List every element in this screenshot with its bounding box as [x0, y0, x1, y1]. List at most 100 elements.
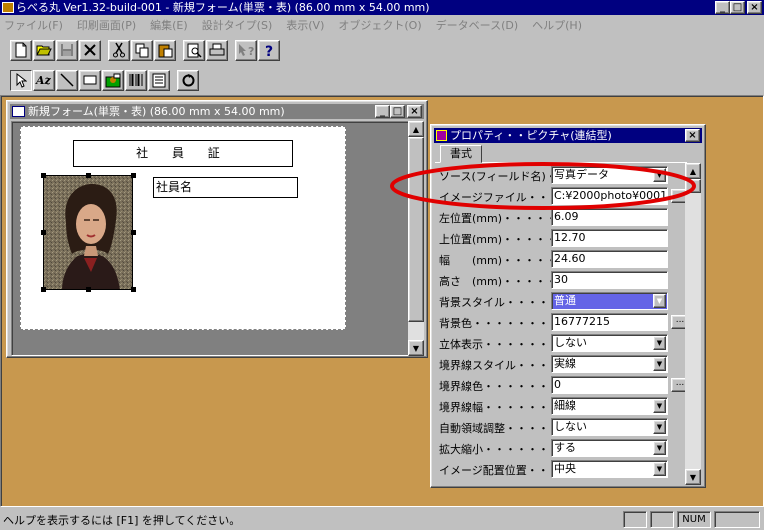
line-icon[interactable]	[56, 69, 78, 91]
help-icon[interactable]: ?	[258, 39, 280, 61]
dropdown-arrow-icon[interactable]: ▼	[653, 462, 666, 476]
form-maximize-button[interactable]: □	[390, 105, 405, 118]
property-value: 実線	[554, 357, 576, 370]
left-position-input[interactable]: 6.09	[551, 208, 668, 226]
property-vertical-scrollbar[interactable]: ▲ ▼	[685, 163, 701, 485]
property-value: する	[554, 441, 576, 454]
property-grid: ソース(フィールド名)・・・・ 写真データ ▼ イメージファイル・・・・・・・ C…	[435, 162, 687, 485]
property-row: 境界線スタイル・・・・・・ 実線 ▼	[437, 354, 687, 375]
picture-icon[interactable]	[102, 69, 124, 91]
refresh-icon[interactable]	[177, 69, 199, 91]
standard-toolbar: ? ?	[8, 37, 281, 63]
property-row: 立体表示・・・・・・・・・ しない ▼	[437, 333, 687, 354]
top-position-input[interactable]: 12.70	[551, 229, 668, 247]
property-value: 30	[554, 273, 568, 286]
property-icon	[436, 130, 447, 141]
scaling-select[interactable]: する ▼	[551, 439, 668, 457]
width-input[interactable]: 24.60	[551, 250, 668, 268]
dropdown-arrow-icon[interactable]: ▼	[653, 399, 666, 413]
status-pane	[623, 511, 647, 528]
employee-name-field[interactable]: 社員名	[153, 177, 298, 198]
border-style-select[interactable]: 実線 ▼	[551, 355, 668, 373]
form-window-title-bar[interactable]: 新規フォーム(単票・表) (86.00 mm x 54.00 mm) _ □ ×	[10, 104, 424, 119]
scroll-thumb[interactable]	[408, 137, 424, 322]
employee-photo[interactable]	[43, 175, 133, 290]
property-row: 上位置(mm)・・・・・・・ 12.70	[437, 228, 687, 249]
num-lock-indicator: NUM	[677, 511, 711, 528]
image-alignment-select[interactable]: 中央 ▼	[551, 460, 668, 478]
form-design-window[interactable]: 新規フォーム(単票・表) (86.00 mm x 54.00 mm) _ □ ×…	[6, 100, 428, 358]
dropdown-arrow-icon[interactable]: ▼	[653, 441, 666, 455]
property-value: 0	[554, 378, 561, 391]
label-canvas[interactable]: 社 員 証 社員名	[20, 126, 346, 330]
main-title-bar[interactable]: らべる丸 Ver1.32-build-001 - 新規フォーム(単票・表) (8…	[0, 0, 764, 15]
open-icon[interactable]	[33, 39, 55, 61]
property-value: しない	[554, 336, 587, 349]
new-icon[interactable]	[10, 39, 32, 61]
menu-design-type[interactable]: 設計タイプ(S)	[202, 17, 273, 33]
background-style-select[interactable]: 普通 ▼	[551, 292, 668, 310]
save-icon[interactable]	[56, 39, 78, 61]
scroll-up-icon[interactable]: ▲	[408, 121, 424, 137]
menu-edit[interactable]: 編集(E)	[150, 17, 188, 33]
card-title-field[interactable]: 社 員 証	[73, 140, 293, 167]
dropdown-arrow-icon[interactable]: ▼	[653, 420, 666, 434]
context-help-icon[interactable]: ?	[235, 39, 257, 61]
background-color-input[interactable]: 16777215	[551, 313, 668, 331]
close-button[interactable]: ×	[747, 1, 762, 14]
dropdown-arrow-icon[interactable]: ▼	[653, 336, 666, 350]
dropdown-arrow-icon[interactable]: ▼	[653, 357, 666, 371]
pointer-icon[interactable]	[10, 69, 32, 91]
height-input[interactable]: 30	[551, 271, 668, 289]
print-preview-icon[interactable]	[183, 39, 205, 61]
auto-resize-select[interactable]: しない ▼	[551, 418, 668, 436]
property-close-button[interactable]: ×	[685, 129, 700, 142]
property-row: 背景スタイル・・・・・・・・ 普通 ▼	[437, 291, 687, 312]
status-text: ヘルプを表示するには [F1] を押してください。	[3, 514, 241, 527]
menu-print[interactable]: 印刷画面(P)	[77, 17, 136, 33]
status-pane	[650, 511, 674, 528]
property-row: 高さ (mm)・・・・・・・ 30	[437, 270, 687, 291]
text-icon[interactable]: Az	[33, 69, 55, 91]
app-icon[interactable]	[2, 2, 14, 13]
property-row: イメージ配置位置・・・・ 中央 ▼	[437, 459, 687, 480]
property-row: 左位置(mm)・・・・・・・ 6.09	[437, 207, 687, 228]
scroll-down-icon[interactable]: ▼	[408, 340, 424, 356]
property-value: 16777215	[554, 315, 610, 328]
menu-help[interactable]: ヘルプ(H)	[532, 17, 582, 33]
property-value: 12.70	[554, 231, 586, 244]
tab-format[interactable]: 書式	[440, 145, 482, 163]
source-field-select[interactable]: 写真データ ▼	[551, 166, 668, 184]
scroll-thumb[interactable]	[685, 179, 701, 193]
minimize-button[interactable]: _	[715, 1, 730, 14]
cut-icon[interactable]	[108, 39, 130, 61]
status-pane	[714, 511, 760, 528]
menu-database[interactable]: データベース(D)	[436, 17, 519, 33]
list-icon[interactable]	[148, 69, 170, 91]
dropdown-arrow-icon[interactable]: ▼	[653, 168, 666, 182]
paste-icon[interactable]	[154, 39, 176, 61]
menu-view[interactable]: 表示(V)	[286, 17, 324, 33]
border-width-select[interactable]: 細線 ▼	[551, 397, 668, 415]
property-window-title-bar[interactable]: プロパティ・・ピクチャ(連結型) ×	[434, 128, 702, 143]
scroll-up-icon[interactable]: ▲	[685, 163, 701, 179]
form-minimize-button[interactable]: _	[375, 105, 390, 118]
property-window[interactable]: プロパティ・・ピクチャ(連結型) × 書式 ソース(フィールド名)・・・・ 写真…	[430, 124, 706, 488]
3d-display-select[interactable]: しない ▼	[551, 334, 668, 352]
rectangle-icon[interactable]	[79, 69, 101, 91]
delete-icon[interactable]	[79, 39, 101, 61]
menu-object[interactable]: オブジェクト(O)	[338, 17, 421, 33]
maximize-button[interactable]: □	[730, 1, 745, 14]
print-icon[interactable]	[206, 39, 228, 61]
dropdown-arrow-icon[interactable]: ▼	[653, 294, 666, 308]
image-file-input[interactable]: C:¥2000photo¥0001.	[551, 187, 668, 205]
barcode-icon[interactable]	[125, 69, 147, 91]
form-close-button[interactable]: ×	[407, 105, 422, 118]
property-row: 境界線色・・・・・・・・・ 0 ...	[437, 375, 687, 396]
menu-file[interactable]: ファイル(F)	[4, 17, 63, 33]
property-row: 幅 (mm)・・・・・・・ 24.60	[437, 249, 687, 270]
copy-icon[interactable]	[131, 39, 153, 61]
form-vertical-scrollbar[interactable]: ▲ ▼	[408, 121, 424, 356]
scroll-down-icon[interactable]: ▼	[685, 469, 701, 485]
border-color-input[interactable]: 0	[551, 376, 668, 394]
